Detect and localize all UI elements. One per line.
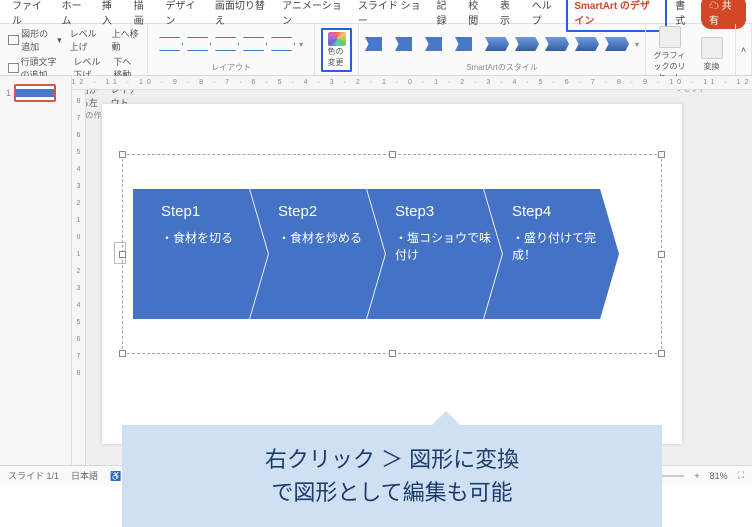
style-thumb[interactable]: [605, 37, 629, 51]
step-title: Step4: [512, 203, 609, 220]
canvas-area: 16 · 15 · 14 · 13 · 12 · 11 · 10 · 9 · 8…: [72, 76, 752, 465]
style-thumb[interactable]: [545, 37, 569, 51]
layout-thumb[interactable]: [271, 37, 295, 51]
slide-canvas[interactable]: ‹ Step1・食材を切るStep2・食材を炒めるStep3・塩コショウで味付け…: [102, 104, 682, 444]
group-create-graphic: 図形の追加 ▾ レベル上げ 上へ移動 行頭文字の追加 レベル下げ 下へ移動 テキ…: [0, 24, 148, 75]
chevron-step[interactable]: Step3 ・塩コショウで味付け: [367, 189, 502, 319]
step-body: ・食材を切る: [161, 230, 258, 247]
share-label: 共有: [709, 1, 732, 27]
resize-handle[interactable]: [658, 251, 665, 258]
convert-button[interactable]: 変換: [693, 37, 731, 72]
step-title: Step3: [395, 203, 492, 220]
workspace: 1 16 · 15 · 14 · 13 · 12 · 11 · 10 · 9 ·…: [0, 76, 752, 465]
group-style-label: SmartArtのスタイル: [365, 62, 639, 73]
style-thumb[interactable]: [425, 37, 449, 51]
style-thumb[interactable]: [485, 37, 509, 51]
step-body: ・塩コショウで味付け: [395, 230, 492, 264]
step-body: ・盛り付けて完成！: [512, 230, 609, 264]
resize-handle[interactable]: [658, 151, 665, 158]
layout-thumb[interactable]: [215, 37, 239, 51]
step-title: Step2: [278, 203, 375, 220]
annotation-callout: 右クリック ＞ 図形に変換 で図形として編集も可能: [122, 425, 662, 527]
callout-line-2: で図形として編集も可能: [150, 476, 634, 509]
layout-thumb[interactable]: [243, 37, 267, 51]
slide-counter: スライド 1/1: [8, 469, 59, 482]
fit-to-window-icon[interactable]: ⛶: [738, 470, 744, 481]
language-indicator[interactable]: 日本語: [71, 469, 98, 482]
ribbon: 図形の追加 ▾ レベル上げ 上へ移動 行頭文字の追加 レベル下げ 下へ移動 テキ…: [0, 24, 752, 76]
chevron-step[interactable]: Step1 ・食材を切る: [133, 189, 268, 319]
reset-icon: [659, 26, 681, 48]
style-thumb[interactable]: [455, 37, 479, 51]
resize-handle[interactable]: [389, 350, 396, 357]
slide-thumbnails: 1: [0, 76, 72, 465]
group-layout: ▾ レイアウト: [148, 24, 316, 75]
layout-thumb[interactable]: [159, 37, 183, 51]
style-thumb[interactable]: [575, 37, 599, 51]
smartart-chevron-process[interactable]: Step1・食材を切るStep2・食材を炒めるStep3・塩コショウで味付けSt…: [133, 189, 619, 319]
group-change-colors: 色の変更: [315, 24, 359, 75]
resize-handle[interactable]: [658, 350, 665, 357]
style-thumb[interactable]: [515, 37, 539, 51]
reset-graphic-button[interactable]: グラフィックのリセット: [651, 26, 689, 83]
step-body: ・食材を炒める: [278, 230, 375, 247]
chevron-step[interactable]: Step2 ・食材を炒める: [250, 189, 385, 319]
convert-icon: [701, 37, 723, 59]
thumb-number: 1: [6, 88, 11, 98]
change-colors-button[interactable]: 色の変更: [321, 28, 352, 72]
slide-thumbnail-1[interactable]: [14, 84, 56, 102]
group-reset: グラフィックのリセット 変換 リセット: [646, 24, 736, 75]
layout-more-icon[interactable]: ▾: [299, 40, 303, 49]
zoom-in-button[interactable]: +: [694, 471, 699, 481]
group-smartart-styles: ▾ SmartArtのスタイル: [359, 24, 646, 75]
resize-handle[interactable]: [119, 350, 126, 357]
ribbon-tabs: ファイル ホーム 挿入 描画 デザイン 画面切り替え アニメーション スライド …: [0, 0, 752, 24]
resize-handle[interactable]: [389, 151, 396, 158]
callout-line-1: 右クリック ＞ 図形に変換: [150, 443, 634, 476]
step-title: Step1: [161, 203, 258, 220]
resize-handle[interactable]: [119, 151, 126, 158]
styles-more-icon[interactable]: ▾: [635, 40, 639, 49]
chevron-step[interactable]: Step4 ・盛り付けて完成！: [484, 189, 619, 319]
ribbon-collapse[interactable]: ˄: [736, 24, 752, 75]
ruler-vertical: 87654321012345678: [72, 90, 86, 465]
style-thumb[interactable]: [395, 37, 419, 51]
zoom-level[interactable]: 81%: [710, 471, 728, 481]
smartart-selection[interactable]: Step1・食材を切るStep2・食材を炒めるStep3・塩コショウで味付けSt…: [122, 154, 662, 354]
resize-handle[interactable]: [119, 251, 126, 258]
chevron-up-icon: ˄: [741, 45, 746, 55]
add-shape-button[interactable]: 図形の追加 ▾ レベル上げ 上へ移動: [6, 26, 141, 54]
style-thumb[interactable]: [365, 37, 389, 51]
color-wheel-icon: [328, 32, 346, 46]
ruler-horizontal: 16 · 15 · 14 · 13 · 12 · 11 · 10 · 9 · 8…: [72, 76, 752, 90]
group-layout-label: レイアウト: [154, 62, 309, 73]
layout-thumb[interactable]: [187, 37, 211, 51]
